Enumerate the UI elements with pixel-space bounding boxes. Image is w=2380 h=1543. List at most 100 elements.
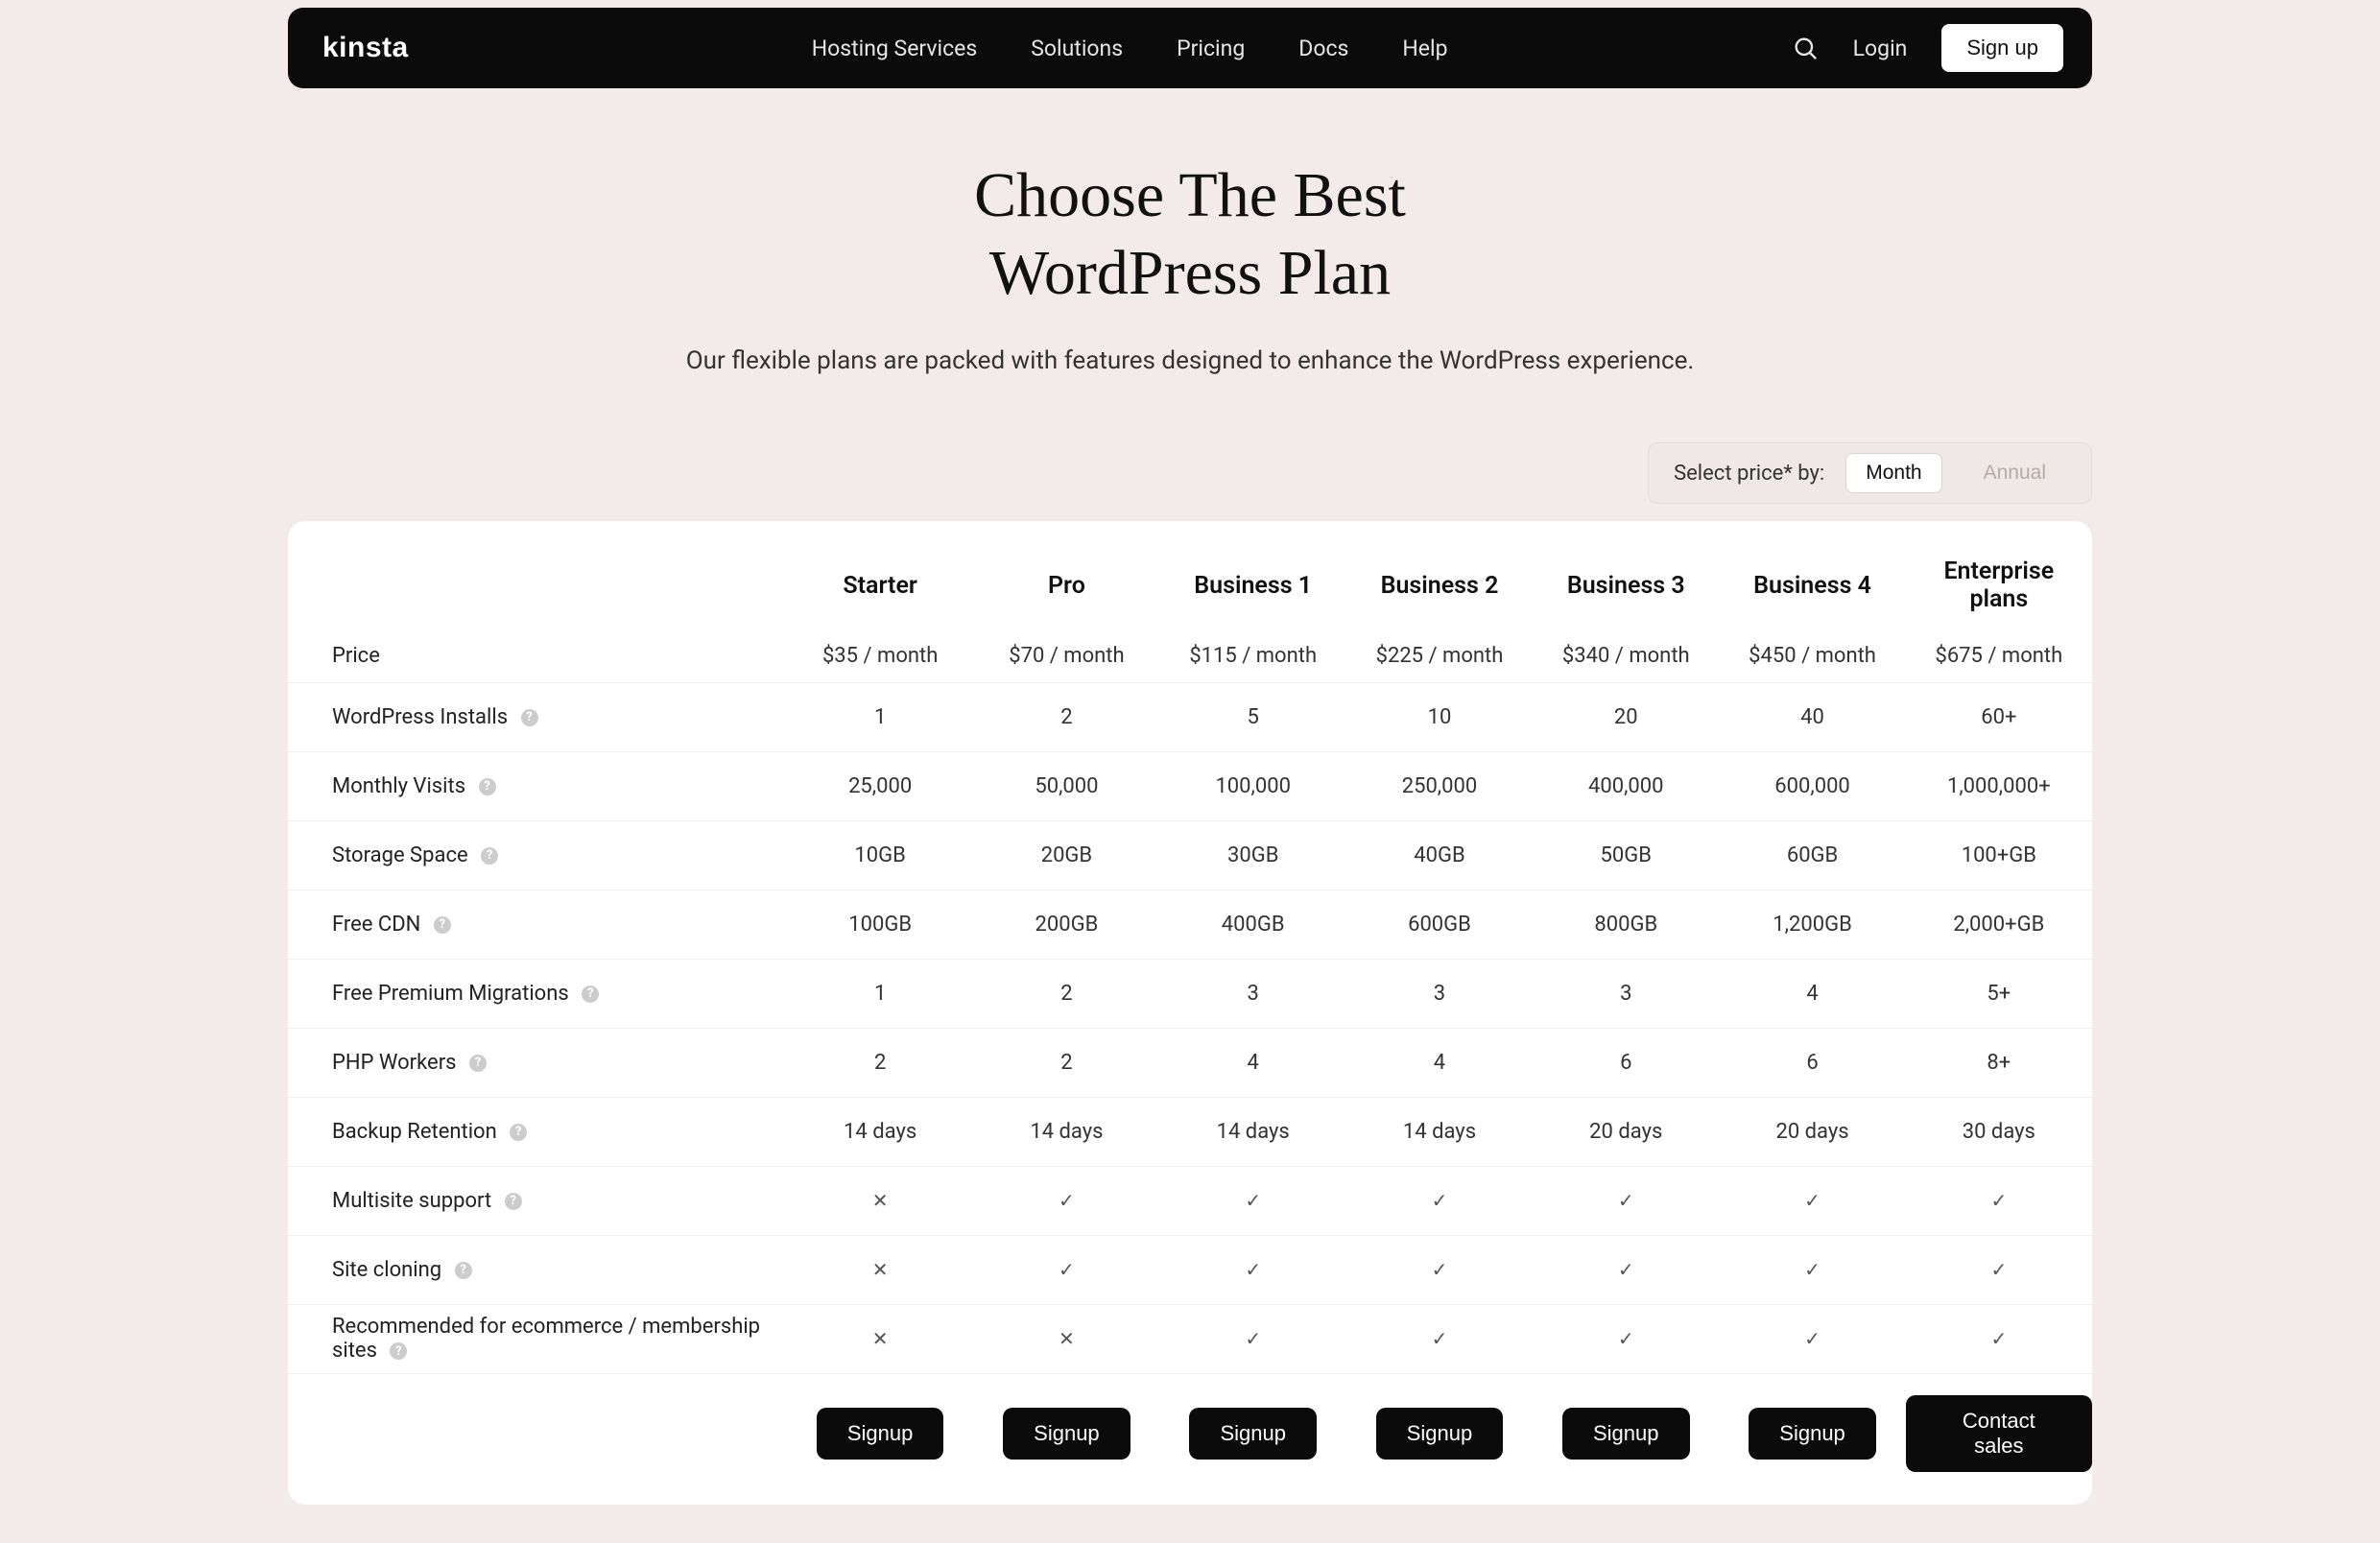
signup-button[interactable]: Sign up <box>1941 24 2063 72</box>
plan-signup-button[interactable]: Signup <box>1562 1408 1690 1460</box>
check-icon: ✓ <box>1990 1189 2007 1212</box>
plan-value: 100,000 <box>1160 751 1346 820</box>
nav-link-hosting[interactable]: Hosting Services <box>812 36 978 61</box>
table-row: Storage Space ?10GB20GB30GB40GB50GB60GB1… <box>288 820 2092 890</box>
plan-value: ✕ <box>787 1304 973 1373</box>
plan-value: 2 <box>973 682 1159 751</box>
plan-value: 8+ <box>1906 1028 2092 1097</box>
feature-label: Backup Retention ? <box>288 1097 787 1166</box>
toggle-label: Select price* by: <box>1674 462 1824 486</box>
plan-value: ✓ <box>1533 1304 1719 1373</box>
plan-value: 14 days <box>1346 1097 1533 1166</box>
plan-value: $340 / month <box>1533 613 1719 682</box>
plan-value: 6 <box>1533 1028 1719 1097</box>
plan-value: $225 / month <box>1346 613 1533 682</box>
check-icon: ✓ <box>1804 1327 1821 1350</box>
help-icon[interactable]: ? <box>469 1055 487 1072</box>
logo[interactable]: kinsta <box>322 32 409 64</box>
toggle-month-button[interactable]: Month <box>1845 453 1941 493</box>
help-icon[interactable]: ? <box>505 1193 522 1210</box>
feature-label: Free Premium Migrations ? <box>288 959 787 1028</box>
plan-value: 200GB <box>973 890 1159 959</box>
plan-signup-button[interactable]: Signup <box>1003 1408 1130 1460</box>
navbar: kinsta Hosting Services Solutions Pricin… <box>288 8 2092 88</box>
nav-link-docs[interactable]: Docs <box>1298 36 1348 61</box>
cross-icon: ✕ <box>872 1327 889 1350</box>
plan-value: 14 days <box>973 1097 1159 1166</box>
plan-header-6: Enterprise plans <box>1906 521 2092 613</box>
plan-header-4: Business 3 <box>1533 521 1719 613</box>
feature-label: Free CDN ? <box>288 890 787 959</box>
nav-link-help[interactable]: Help <box>1402 36 1447 61</box>
help-icon[interactable]: ? <box>481 847 498 865</box>
plan-value: 400GB <box>1160 890 1346 959</box>
check-icon: ✓ <box>1245 1327 1261 1350</box>
plan-value: 50GB <box>1533 820 1719 890</box>
feature-label: Multisite support ? <box>288 1166 787 1235</box>
help-icon[interactable]: ? <box>510 1124 527 1141</box>
plan-value: 100GB <box>787 890 973 959</box>
plan-value: 5+ <box>1906 959 2092 1028</box>
plan-value: ✓ <box>1346 1304 1533 1373</box>
check-icon: ✓ <box>1804 1258 1821 1281</box>
feature-label: Recommended for ecommerce / membership s… <box>288 1304 787 1373</box>
plan-signup-button[interactable]: Signup <box>1749 1408 1876 1460</box>
plan-value: ✓ <box>1533 1166 1719 1235</box>
nav-link-solutions[interactable]: Solutions <box>1031 36 1123 61</box>
plan-value: 5 <box>1160 682 1346 751</box>
plan-signup-button[interactable]: Signup <box>1189 1408 1317 1460</box>
plan-value: 2,000+GB <box>1906 890 2092 959</box>
plan-value: 40 <box>1719 682 1905 751</box>
plan-signup-button[interactable]: Signup <box>1376 1408 1504 1460</box>
help-icon[interactable]: ? <box>455 1262 472 1279</box>
plan-value: 600GB <box>1346 890 1533 959</box>
plan-value: ✓ <box>1160 1166 1346 1235</box>
plan-value: 14 days <box>1160 1097 1346 1166</box>
search-icon[interactable] <box>1792 35 1819 61</box>
plan-value: ✕ <box>787 1235 973 1304</box>
plan-value: 25,000 <box>787 751 973 820</box>
feature-label: Price <box>288 613 787 682</box>
plan-value: 250,000 <box>1346 751 1533 820</box>
plan-value: ✓ <box>1906 1235 2092 1304</box>
plan-value: 4 <box>1346 1028 1533 1097</box>
feature-label: Site cloning ? <box>288 1235 787 1304</box>
check-icon: ✓ <box>1804 1189 1821 1212</box>
plan-value: 50,000 <box>973 751 1159 820</box>
login-link[interactable]: Login <box>1853 36 1908 61</box>
check-icon: ✓ <box>1432 1327 1448 1350</box>
plan-value: 1 <box>787 959 973 1028</box>
plan-value: ✓ <box>1719 1235 1905 1304</box>
help-icon[interactable]: ? <box>390 1342 407 1360</box>
check-icon: ✓ <box>1245 1189 1261 1212</box>
plan-value: 1,000,000+ <box>1906 751 2092 820</box>
nav-links: Hosting Services Solutions Pricing Docs … <box>812 36 1448 61</box>
help-icon[interactable]: ? <box>434 916 451 934</box>
help-icon[interactable]: ? <box>521 709 538 726</box>
plan-value: 6 <box>1719 1028 1905 1097</box>
plan-value: 100+GB <box>1906 820 2092 890</box>
plan-value: ✓ <box>1906 1304 2092 1373</box>
page-subtitle: Our flexible plans are packed with featu… <box>288 346 2092 375</box>
help-icon[interactable]: ? <box>582 985 599 1003</box>
plan-value: 600,000 <box>1719 751 1905 820</box>
toggle-annual-button[interactable]: Annual <box>1964 453 2066 493</box>
plan-value: 400,000 <box>1533 751 1719 820</box>
check-icon: ✓ <box>1618 1258 1634 1281</box>
check-icon: ✓ <box>1059 1189 1075 1212</box>
plan-value: ✕ <box>787 1166 973 1235</box>
plan-value: 10GB <box>787 820 973 890</box>
nav-link-pricing[interactable]: Pricing <box>1177 36 1245 61</box>
check-icon: ✓ <box>1245 1258 1261 1281</box>
check-icon: ✓ <box>1618 1189 1634 1212</box>
feature-label: Monthly Visits ? <box>288 751 787 820</box>
help-icon[interactable]: ? <box>479 778 496 795</box>
check-icon: ✓ <box>1618 1327 1634 1350</box>
contact-sales-button[interactable]: Contact sales <box>1906 1395 2092 1472</box>
table-row: WordPress Installs ?12510204060+ <box>288 682 2092 751</box>
feature-label: WordPress Installs ? <box>288 682 787 751</box>
plan-signup-button[interactable]: Signup <box>817 1408 944 1460</box>
plan-header-2: Business 1 <box>1160 521 1346 613</box>
plan-value: 60GB <box>1719 820 1905 890</box>
plan-value: 4 <box>1719 959 1905 1028</box>
